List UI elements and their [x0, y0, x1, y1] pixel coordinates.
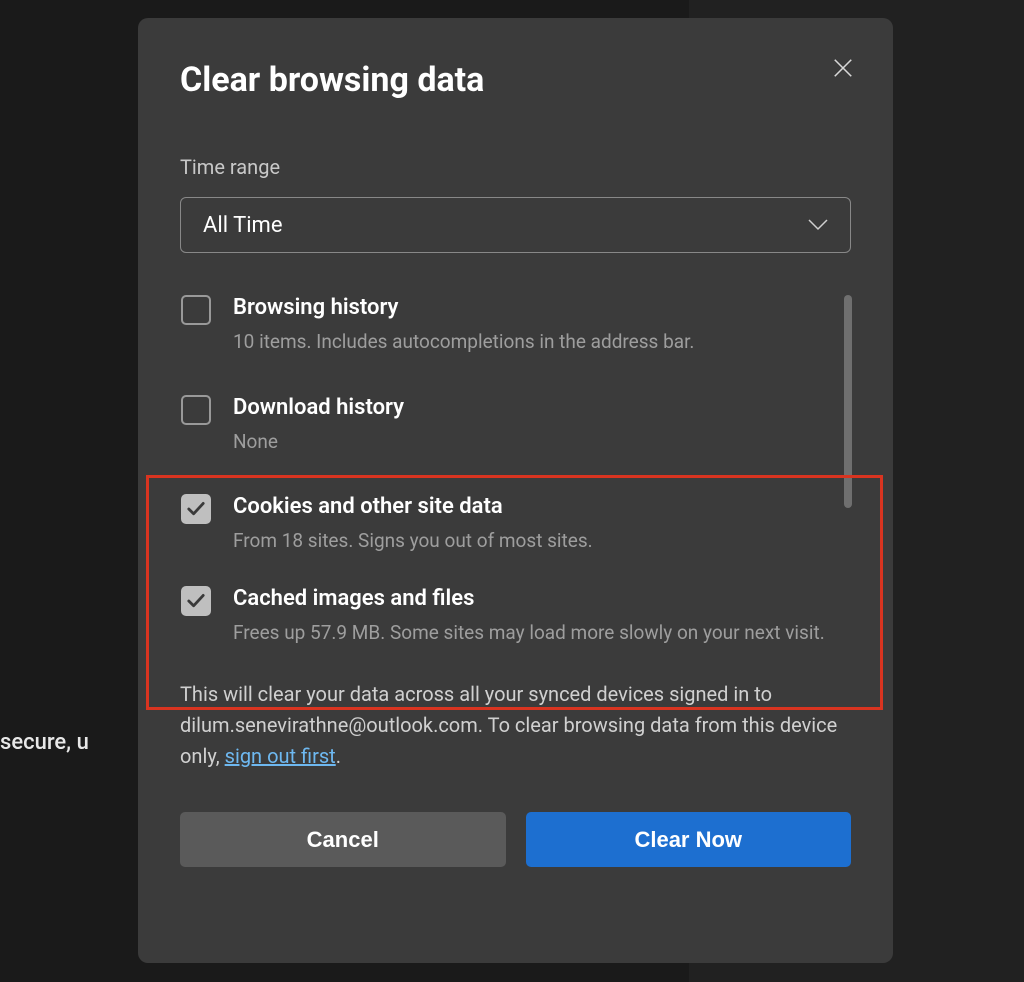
- list-item-browsing-history: Browsing history 10 items. Includes auto…: [180, 295, 836, 357]
- list-item-cached: Cached images and files Frees up 57.9 MB…: [180, 586, 836, 648]
- footer-text-part-2: .: [336, 744, 341, 768]
- close-icon: [832, 57, 854, 79]
- sync-warning-text: This will clear your data across all you…: [180, 679, 851, 772]
- close-button[interactable]: [828, 53, 858, 83]
- checkmark-icon: [186, 501, 206, 517]
- checkbox-cached[interactable]: [181, 586, 211, 616]
- item-title: Download history: [233, 395, 836, 420]
- cancel-button[interactable]: Cancel: [180, 812, 506, 867]
- checkbox-browsing-history[interactable]: [181, 295, 211, 325]
- time-range-select[interactable]: All Time: [180, 197, 851, 253]
- dialog-title: Clear browsing data: [180, 60, 851, 100]
- item-title: Cookies and other site data: [233, 494, 836, 519]
- background-peek-text: secure, u: [0, 730, 89, 755]
- item-desc: Frees up 57.9 MB. Some sites may load mo…: [233, 619, 836, 648]
- data-type-list: Browsing history 10 items. Includes auto…: [180, 295, 851, 647]
- list-item-cookies: Cookies and other site data From 18 site…: [180, 494, 836, 556]
- clear-now-button[interactable]: Clear Now: [526, 812, 852, 867]
- chevron-down-icon: [808, 219, 828, 231]
- sign-out-link[interactable]: sign out first: [225, 744, 336, 768]
- item-title: Browsing history: [233, 295, 836, 320]
- checkbox-cookies[interactable]: [181, 494, 211, 524]
- clear-browsing-data-dialog: Clear browsing data Time range All Time …: [138, 18, 893, 963]
- time-range-value: All Time: [203, 213, 283, 238]
- checkmark-icon: [186, 593, 206, 609]
- item-title: Cached images and files: [233, 586, 836, 611]
- item-desc: 10 items. Includes autocompletions in th…: [233, 328, 836, 357]
- item-desc: None: [233, 428, 836, 457]
- item-desc: From 18 sites. Signs you out of most sit…: [233, 527, 836, 556]
- checkbox-download-history[interactable]: [181, 395, 211, 425]
- list-item-download-history: Download history None: [180, 395, 836, 457]
- time-range-label: Time range: [180, 155, 851, 179]
- scrollbar[interactable]: [844, 295, 852, 508]
- dialog-actions: Cancel Clear Now: [180, 812, 851, 867]
